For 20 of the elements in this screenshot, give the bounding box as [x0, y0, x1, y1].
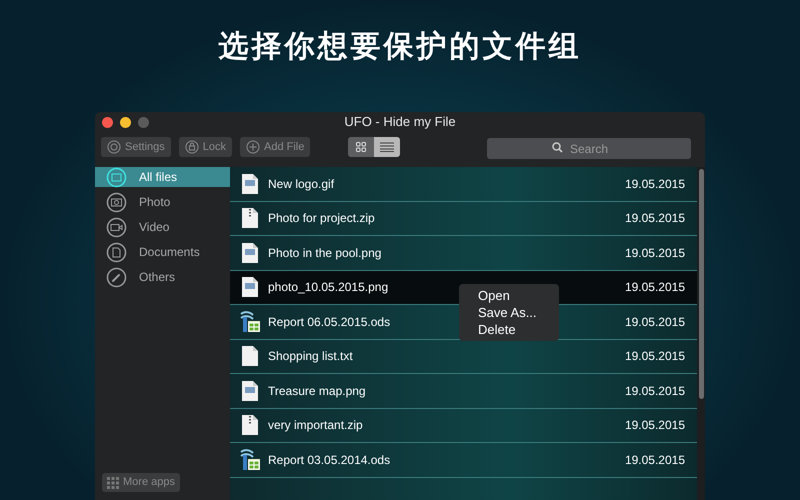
- file-date: 19.05.2015: [624, 210, 685, 228]
- file-name: Report 06.05.2015.ods: [268, 314, 390, 331]
- file-date: 19.05.2015: [624, 382, 685, 400]
- file-date: 19.05.2015: [624, 176, 685, 193]
- file-name: Shopping list.txt: [268, 348, 353, 366]
- file-name: very important.zip: [268, 417, 363, 434]
- file-date: 19.05.2015: [624, 279, 685, 296]
- file-date: 19.05.2015: [624, 348, 685, 366]
- file-name: photo_10.05.2015.png: [268, 279, 388, 296]
- file-name: New logo.gif: [268, 176, 334, 193]
- file-date: 19.05.2015: [624, 452, 685, 469]
- headline: 选择你想要保护的文件组: [218, 28, 582, 66]
- window-title: UFO - Hide my File: [344, 113, 456, 132]
- file-name: Photo for project.zip: [268, 210, 375, 228]
- file-date: 19.05.2015: [624, 314, 685, 331]
- file-date: 19.05.2015: [624, 417, 685, 434]
- file-name: Photo in the pool.png: [268, 244, 382, 262]
- file-date: 19.05.2015: [624, 244, 685, 262]
- file-name: Treasure map.png: [268, 382, 366, 400]
- file-name: Report 03.05.2014.ods: [268, 452, 390, 469]
